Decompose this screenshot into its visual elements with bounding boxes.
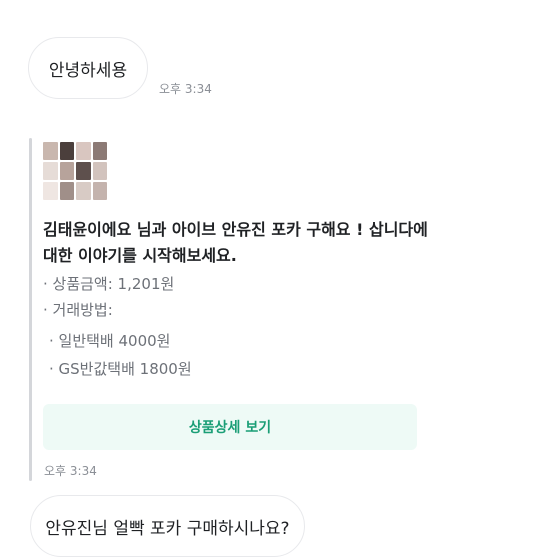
thumbnail-photo <box>43 162 58 180</box>
delivery-option: · GS반값택배 1800원 <box>49 360 192 378</box>
message-text: 안녕하세용 <box>48 60 128 81</box>
message-timestamp: 오후 3:34 <box>44 464 97 478</box>
thumbnail-photo <box>76 182 91 200</box>
delivery-option: · 일반택배 4000원 <box>49 332 171 350</box>
message-bubble-reply: 안유진님 얼빡 포카 구매하시나요? <box>30 495 305 557</box>
thumbnail-photo <box>43 142 58 160</box>
product-thumbnail[interactable] <box>43 142 107 200</box>
message-text: 안유진님 얼빡 포카 구매하시나요? <box>45 518 290 539</box>
thumbnail-photo <box>76 142 91 160</box>
thumbnail-photo <box>59 162 74 180</box>
product-card-quote-bar <box>29 138 32 481</box>
thumbnail-photo <box>92 182 107 200</box>
message-timestamp: 오후 3:34 <box>159 82 212 96</box>
thumbnail-photo <box>92 162 107 180</box>
delivery-method-label: · 거래방법: <box>43 301 113 319</box>
thumbnail-photo <box>76 162 91 180</box>
thumbnail-photo <box>59 142 74 160</box>
product-card-title: 김태윤이에요 님과 아이브 안유진 포카 구해요 ! 삽니다에 대한 이야기를 … <box>43 220 428 265</box>
message-bubble-greeting: 안녕하세용 <box>28 37 148 99</box>
thumbnail-photo <box>59 182 74 200</box>
thumbnail-photo <box>43 182 58 200</box>
product-detail-button[interactable]: 상품상세 보기 <box>43 404 417 450</box>
thumbnail-photo <box>92 142 107 160</box>
product-price: · 상품금액: 1,201원 <box>43 275 175 293</box>
product-detail-button-label: 상품상세 보기 <box>188 420 272 436</box>
